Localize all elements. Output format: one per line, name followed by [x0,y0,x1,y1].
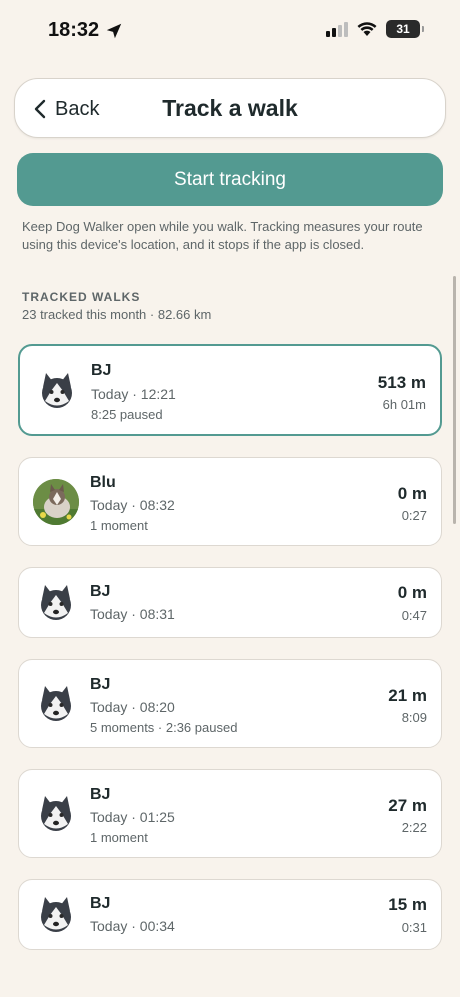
walk-time: Today · 08:32 [90,497,175,513]
tracking-info-text: Keep Dog Walker open while you walk. Tra… [22,219,423,252]
chevron-left-icon [34,99,46,119]
walk-distance: 21 m [388,686,427,705]
walk-time: Today · 00:34 [90,918,175,934]
back-label: Back [55,97,100,120]
walk-distance: 513 m [377,373,426,392]
walk-duration: 8:09 [401,710,427,725]
walk-distance: 0 m [397,484,427,503]
status-bar: 18:32 31 [0,0,460,64]
walk-dog-name: BJ [90,676,111,693]
walk-distance: 0 m [397,583,427,602]
section-title: TRACKED WALKS [22,290,141,304]
scrollbar[interactable] [453,276,456,524]
status-time-container: 18:32 [48,19,123,42]
walk-dog-name: Blu [90,474,116,491]
walk-distance: 27 m [388,796,427,815]
walk-dog-name: BJ [90,583,111,600]
walk-time: Today · 12:21 [91,386,176,402]
back-button[interactable]: Back [33,93,99,125]
walk-card[interactable]: BJ Today · 08:20 5 moments · 2:36 paused… [18,659,442,748]
status-icons: 31 [326,20,424,38]
status-time: 18:32 [48,19,100,41]
walk-details: 8:25 paused [91,407,163,422]
walk-duration: 2:22 [401,820,427,835]
walk-duration: 0:31 [401,920,427,935]
walk-time: Today · 08:31 [90,606,175,622]
location-arrow-icon [106,23,122,38]
walk-duration: 6h 01m [382,397,426,412]
section-summary: 23 tracked this month · 82.66 km [22,307,212,322]
walk-dog-name: BJ [90,786,111,803]
walk-details: 5 moments · 2:36 paused [90,720,238,735]
walk-details: 1 moment [90,518,148,533]
walk-card[interactable]: BJ Today · 08:31 0 m 0:47 [18,567,442,638]
wifi-icon [357,22,377,36]
husky-icon [34,368,80,414]
battery-icon: 31 [386,20,424,38]
walk-dog-name: BJ [91,362,112,379]
header-bar: Back Track a walk [14,78,446,138]
husky-icon [33,580,79,626]
walk-card[interactable]: BJ Today · 00:34 15 m 0:31 [18,879,442,950]
husky-icon [33,791,79,837]
walk-dog-name: BJ [90,895,111,912]
husky-icon [33,681,79,727]
battery-level: 31 [396,22,410,36]
walk-card[interactable]: BJ Today · 12:21 8:25 paused 513 m 6h 01… [18,344,442,436]
husky-icon [33,892,79,938]
walk-duration: 0:27 [401,508,427,523]
walk-card[interactable]: Blu Today · 08:32 1 moment 0 m 0:27 [18,457,442,546]
cellular-signal-icon [326,21,348,37]
walk-time: Today · 08:20 [90,699,175,715]
walk-distance: 15 m [388,895,427,914]
walk-duration: 0:47 [401,608,427,623]
walk-details: 1 moment [90,830,148,845]
walk-card[interactable]: BJ Today · 01:25 1 moment 27 m 2:22 [18,769,442,858]
walk-time: Today · 01:25 [90,809,175,825]
start-tracking-button[interactable]: Start tracking [17,153,443,206]
dog-photo [33,479,79,525]
